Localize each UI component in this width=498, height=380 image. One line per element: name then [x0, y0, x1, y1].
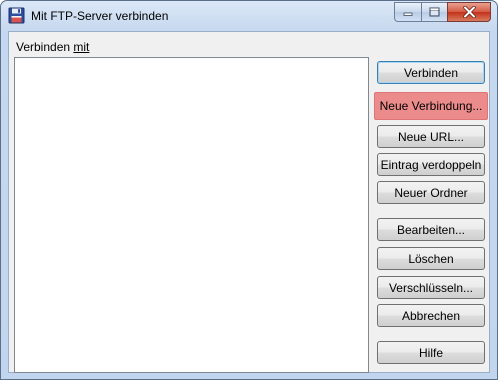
delete-button[interactable]: Löschen: [377, 247, 485, 270]
close-icon: [462, 6, 476, 18]
window-title: Mit FTP-Server verbinden: [31, 9, 169, 23]
new-folder-button[interactable]: Neuer Ordner: [377, 181, 485, 204]
maximize-button[interactable]: [421, 2, 447, 22]
floppy-disk-icon: [8, 7, 25, 24]
title-bar[interactable]: Mit FTP-Server verbinden: [1, 1, 497, 31]
minimize-button[interactable]: [394, 2, 421, 22]
encrypt-button[interactable]: Verschlüsseln...: [377, 276, 485, 299]
dialog-client-area: Verbinden mit Verbinden Neue Verbindung.…: [8, 31, 490, 373]
cancel-button[interactable]: Abbrechen: [377, 304, 485, 327]
connect-with-label-prefix: Verbinden: [16, 40, 74, 54]
connect-with-label: Verbinden mit: [16, 40, 89, 54]
new-connection-button[interactable]: Neue Verbindung...: [374, 92, 488, 120]
window-controls: [394, 2, 491, 22]
duplicate-entry-button[interactable]: Eintrag verdoppeln: [377, 153, 485, 176]
minimize-icon: [403, 12, 413, 16]
edit-button[interactable]: Bearbeiten...: [377, 218, 485, 241]
close-button[interactable]: [447, 2, 491, 22]
connect-button[interactable]: Verbinden: [377, 61, 485, 84]
maximize-icon: [429, 7, 440, 17]
connect-with-label-mnemonic: mit: [73, 40, 90, 54]
server-list[interactable]: [14, 57, 369, 373]
ftp-connect-dialog: Mit FTP-Server verbinden Verbinden mit V…: [0, 0, 498, 380]
new-url-button[interactable]: Neue URL...: [377, 125, 485, 148]
help-button[interactable]: Hilfe: [377, 341, 485, 364]
